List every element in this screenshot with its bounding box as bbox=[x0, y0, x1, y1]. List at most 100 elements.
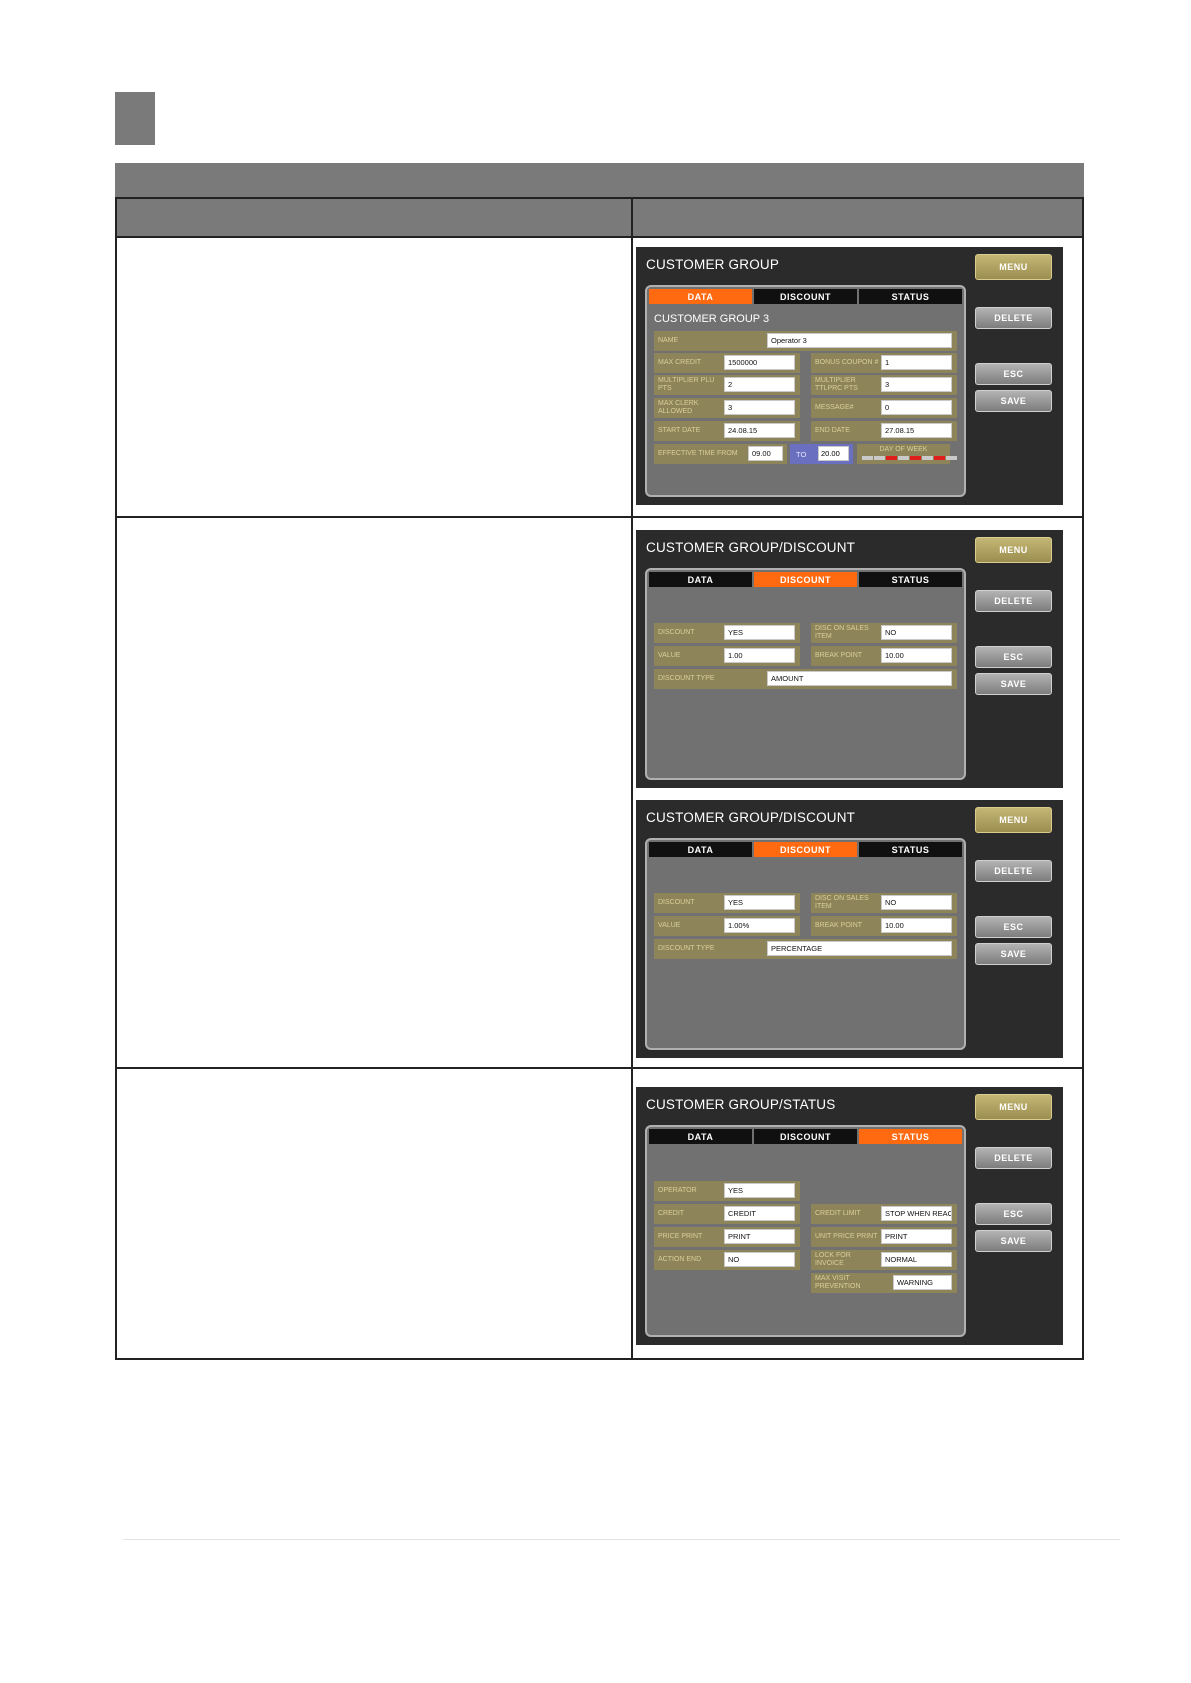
day-of-week-indicator[interactable] bbox=[934, 456, 945, 460]
field-max-credit: MAX CREDIT 1500000 bbox=[654, 353, 800, 373]
value-input[interactable]: 1.00 bbox=[724, 648, 795, 663]
delete-button[interactable]: DELETE bbox=[975, 590, 1052, 612]
field-lock-for-invoice: LOCK FOR INVOICE NORMAL bbox=[811, 1250, 957, 1270]
messages-input[interactable]: 0 bbox=[881, 400, 952, 415]
tab-status[interactable]: STATUS bbox=[859, 289, 962, 304]
field-label: ACTION END bbox=[658, 1256, 702, 1263]
field-discount: DISCOUNT YES bbox=[654, 893, 800, 913]
tab-data[interactable]: DATA bbox=[649, 289, 752, 304]
field-label: START DATE bbox=[658, 427, 701, 434]
save-button[interactable]: SAVE bbox=[975, 1230, 1052, 1252]
effective-time-input[interactable]: 09.00 bbox=[748, 446, 783, 461]
screen-title: CUSTOMER GROUP/DISCOUNT bbox=[646, 540, 856, 555]
price-print-input[interactable]: PRINT bbox=[724, 1229, 795, 1244]
status-panel: DATA DISCOUNT STATUS OPERATOR YES CREDIT… bbox=[645, 1125, 966, 1337]
tab-status[interactable]: STATUS bbox=[859, 572, 962, 587]
screen-title: CUSTOMER GROUP bbox=[646, 257, 780, 272]
save-button[interactable]: SAVE bbox=[975, 943, 1052, 965]
tab-discount[interactable]: DISCOUNT bbox=[754, 1129, 857, 1144]
field-label: MAX CLERK ALLOWED bbox=[658, 400, 699, 415]
delete-button[interactable]: DELETE bbox=[975, 1147, 1052, 1169]
field-start-date: START DATE 24.08.15 bbox=[654, 421, 800, 441]
tab-status[interactable]: STATUS bbox=[859, 1129, 962, 1144]
field-label: VALUE bbox=[658, 922, 681, 929]
day-of-week-indicator[interactable] bbox=[910, 456, 921, 460]
field-action-end: ACTION END NO bbox=[654, 1250, 800, 1270]
day-of-week-indicator[interactable] bbox=[922, 456, 933, 460]
start-date-input[interactable]: 24.08.15 bbox=[724, 423, 795, 438]
field-multiplier-plu: MULTIPLIER PLU PTS 2 bbox=[654, 375, 800, 395]
field-operator: OPERATOR YES bbox=[654, 1181, 800, 1201]
discount-input[interactable]: YES bbox=[724, 895, 795, 910]
discount-type-select[interactable]: PERCENTAGE bbox=[767, 941, 952, 956]
field-value: VALUE 1.00% bbox=[654, 916, 800, 936]
menu-button[interactable]: MENU bbox=[975, 807, 1052, 833]
discount-type-select[interactable]: AMOUNT bbox=[767, 671, 952, 686]
table-header-screen bbox=[633, 199, 1082, 236]
delete-button[interactable]: DELETE bbox=[975, 860, 1052, 882]
tab-data[interactable]: DATA bbox=[649, 572, 752, 587]
discount-input[interactable]: YES bbox=[724, 625, 795, 640]
esc-button[interactable]: ESC bbox=[975, 363, 1052, 385]
max-clerk-input[interactable]: 3 bbox=[724, 400, 795, 415]
credit-limit-input[interactable]: STOP WHEN REACH bbox=[881, 1206, 952, 1221]
lock-for-invoice-input[interactable]: NORMAL bbox=[881, 1252, 952, 1267]
field-label: END DATE bbox=[815, 427, 850, 434]
tab-discount[interactable]: DISCOUNT bbox=[754, 842, 857, 857]
day-of-week-indicator[interactable] bbox=[946, 456, 957, 460]
field-messages: MESSAGE# 0 bbox=[811, 398, 957, 418]
tab-data[interactable]: DATA bbox=[649, 1129, 752, 1144]
row-divider bbox=[117, 236, 1082, 238]
day-of-week-indicator[interactable] bbox=[898, 456, 909, 460]
esc-button[interactable]: ESC bbox=[975, 646, 1052, 668]
break-point-input[interactable]: 10.00 bbox=[881, 918, 952, 933]
multiplier-ttl-input[interactable]: 3 bbox=[881, 377, 952, 392]
field-label: MESSAGE# bbox=[815, 404, 854, 411]
name-input[interactable]: Operator 3 bbox=[767, 333, 952, 348]
column-divider bbox=[631, 199, 633, 1358]
screen-title: CUSTOMER GROUP/STATUS bbox=[646, 1097, 836, 1112]
field-label: LOCK FOR INVOICE bbox=[815, 1252, 851, 1267]
unit-price-print-input[interactable]: PRINT bbox=[881, 1229, 952, 1244]
field-label: NAME bbox=[658, 337, 679, 344]
multiplier-plu-input[interactable]: 2 bbox=[724, 377, 795, 392]
field-break-point: BREAK POINT 10.00 bbox=[811, 646, 957, 666]
to-time-input[interactable]: 20.00 bbox=[818, 446, 849, 461]
discount-panel: DATA DISCOUNT STATUS DISCOUNT YES DISC O… bbox=[645, 838, 966, 1050]
tab-data[interactable]: DATA bbox=[649, 842, 752, 857]
field-label: UNIT PRICE PRINT bbox=[815, 1233, 878, 1240]
menu-button[interactable]: MENU bbox=[975, 1094, 1052, 1120]
save-button[interactable]: SAVE bbox=[975, 390, 1052, 412]
menu-button[interactable]: MENU bbox=[975, 254, 1052, 280]
break-point-input[interactable]: 10.00 bbox=[881, 648, 952, 663]
screen-title: CUSTOMER GROUP/DISCOUNT bbox=[646, 810, 856, 825]
operator-input[interactable]: YES bbox=[724, 1183, 795, 1198]
menu-button[interactable]: MENU bbox=[975, 537, 1052, 563]
action-end-input[interactable]: NO bbox=[724, 1252, 795, 1267]
esc-button[interactable]: ESC bbox=[975, 1203, 1052, 1225]
tab-discount[interactable]: DISCOUNT bbox=[754, 289, 857, 304]
day-of-week-indicator[interactable] bbox=[862, 456, 873, 460]
day-of-week-indicator[interactable] bbox=[886, 456, 897, 460]
field-value: VALUE 1.00 bbox=[654, 646, 800, 666]
esc-button[interactable]: ESC bbox=[975, 916, 1052, 938]
delete-button[interactable]: DELETE bbox=[975, 307, 1052, 329]
disc-on-sales-input[interactable]: NO bbox=[881, 895, 952, 910]
day-of-week-indicator[interactable] bbox=[874, 456, 885, 460]
table-header-description bbox=[117, 199, 631, 236]
field-label: TO bbox=[796, 449, 807, 459]
value-input[interactable]: 1.00% bbox=[724, 918, 795, 933]
field-label: BREAK POINT bbox=[815, 922, 863, 929]
bonus-coupon-input[interactable]: 1 bbox=[881, 355, 952, 370]
tab-discount[interactable]: DISCOUNT bbox=[754, 572, 857, 587]
save-button[interactable]: SAVE bbox=[975, 673, 1052, 695]
day-of-week-selector[interactable]: DAY OF WEEK bbox=[857, 444, 957, 464]
max-credit-input[interactable]: 1500000 bbox=[724, 355, 795, 370]
max-visit-prevention-input[interactable]: WARNING bbox=[893, 1275, 952, 1290]
tab-status[interactable]: STATUS bbox=[859, 842, 962, 857]
credit-input[interactable]: CREDIT bbox=[724, 1206, 795, 1221]
field-label: DISCOUNT bbox=[658, 629, 695, 636]
page-marker bbox=[115, 92, 155, 145]
disc-on-sales-input[interactable]: NO bbox=[881, 625, 952, 640]
end-date-input[interactable]: 27.08.15 bbox=[881, 423, 952, 438]
